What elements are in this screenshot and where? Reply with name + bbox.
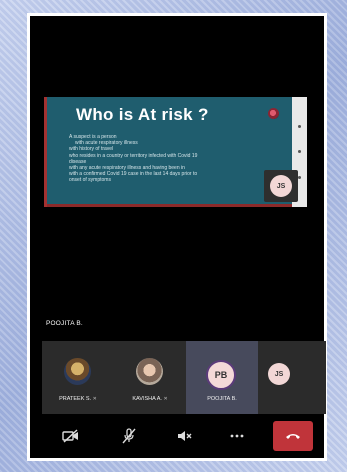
mic-off-icon: ✕ — [92, 396, 97, 402]
mic-toggle-button[interactable] — [114, 422, 144, 450]
scroll-dot — [298, 150, 301, 153]
slide-line: onset of symptoms — [69, 177, 111, 184]
participant-name: POOJITA B. — [207, 396, 237, 402]
more-options-button[interactable] — [222, 422, 252, 450]
call-screen: Who is At risk ? A suspect is a person w… — [30, 16, 326, 458]
end-call-icon — [286, 434, 300, 439]
mic-off-icon: ✕ — [163, 396, 168, 402]
camera-off-icon — [62, 429, 78, 443]
participant-tile-js[interactable]: JS — [258, 341, 326, 414]
phone-frame: Who is At risk ? A suspect is a person w… — [27, 13, 327, 461]
avatar: JS — [270, 175, 292, 197]
mic-off-icon — [122, 428, 136, 444]
avatar: PB — [206, 360, 236, 390]
slide-logo-icon — [268, 108, 279, 119]
shared-slide: Who is At risk ? A suspect is a person w… — [44, 97, 292, 207]
more-icon — [230, 434, 244, 438]
speaker-off-icon — [178, 431, 192, 441]
participant-tile-poojita[interactable]: PB POOJITA B. — [186, 341, 258, 414]
participants-strip: PRATEEK S. ✕ KAVISHA A. ✕ PB POOJITA B. … — [42, 341, 326, 414]
participant-name: PRATEEK S. ✕ — [59, 396, 97, 402]
avatar: JS — [268, 363, 290, 385]
camera-toggle-button[interactable] — [56, 422, 86, 450]
call-controls — [42, 416, 326, 456]
scroll-dot — [298, 125, 301, 128]
slide-title: Who is At risk ? — [76, 105, 209, 124]
participant-tile-kavisha[interactable]: KAVISHA A. ✕ — [114, 341, 186, 414]
end-call-button[interactable] — [273, 421, 313, 451]
speaker-toggle-button[interactable] — [170, 422, 200, 450]
avatar — [64, 358, 91, 385]
avatar — [136, 358, 163, 385]
participant-tile-prateek[interactable]: PRATEEK S. ✕ — [42, 341, 114, 414]
self-view-tile[interactable]: JS — [264, 170, 298, 202]
slide-body: A suspect is a person with acute respira… — [69, 134, 289, 184]
presenter-name: POOJITA B. — [46, 320, 83, 327]
participant-name: KAVISHA A. ✕ — [132, 396, 168, 402]
scroll-dot — [298, 176, 301, 179]
